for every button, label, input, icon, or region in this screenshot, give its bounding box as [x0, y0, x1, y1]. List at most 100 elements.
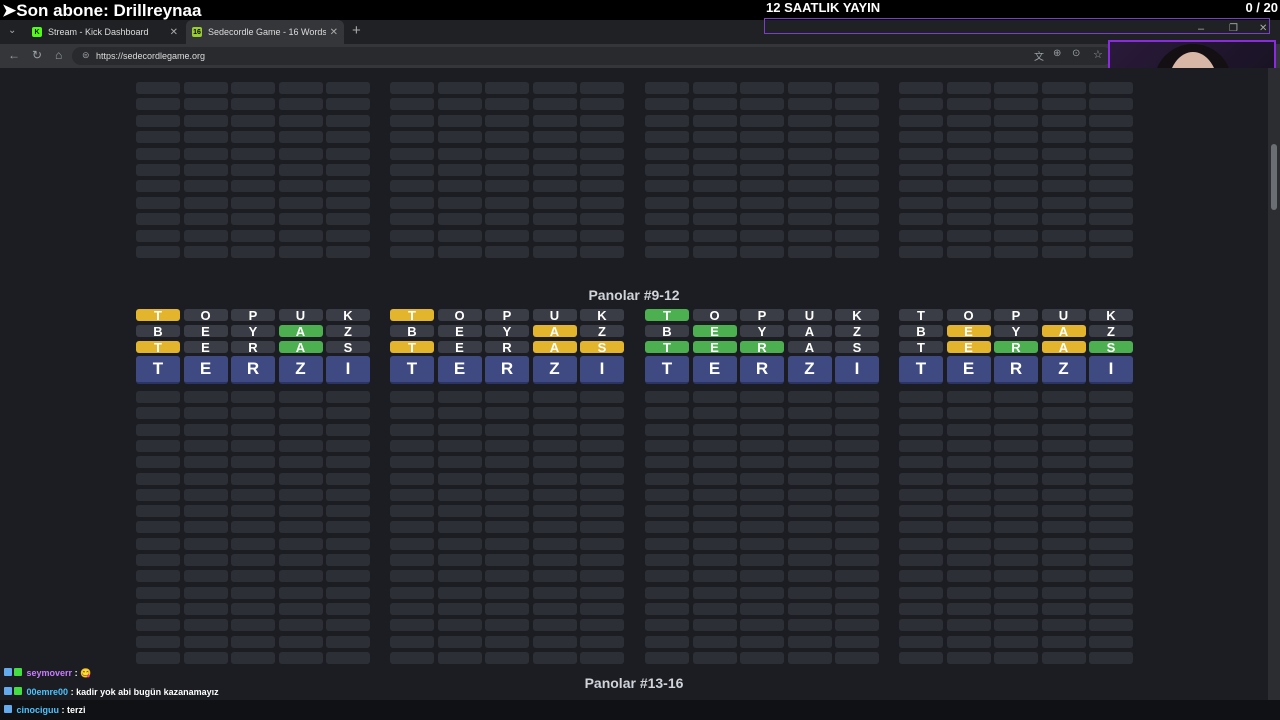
empty-tile: [231, 554, 275, 566]
empty-tile: [1041, 456, 1086, 469]
guess-row: TERAS: [899, 340, 1137, 355]
empty-tile: [231, 246, 275, 258]
new-tab-button[interactable]: +: [352, 22, 361, 39]
letter-tile: B: [390, 324, 434, 339]
letter-tile: R: [485, 340, 529, 355]
empty-tile: [278, 439, 323, 452]
close-icon[interactable]: ✕: [330, 27, 338, 38]
empty-guess-row: [645, 246, 883, 258]
empty-guess-row: [390, 651, 628, 664]
empty-tile: [899, 619, 943, 632]
empty-tile: [136, 521, 180, 534]
letter-tile: T: [645, 340, 689, 355]
empty-tile: [532, 407, 577, 420]
empty-tile: [136, 619, 180, 632]
empty-tile: [787, 472, 832, 485]
empty-tile: [231, 651, 275, 664]
empty-guess-row: [390, 213, 628, 226]
empty-tile: [994, 570, 1038, 583]
empty-guess-row: [645, 521, 883, 534]
empty-tile: [326, 570, 370, 583]
empty-tile: [692, 586, 737, 599]
empty-guess-row: [136, 407, 374, 420]
empty-tile: [692, 391, 737, 403]
bookmark-star-icon[interactable]: ☆: [1093, 48, 1103, 61]
empty-tile: [787, 98, 832, 111]
empty-tile: [183, 131, 228, 144]
empty-guess-row: [899, 131, 1137, 144]
current-letter-tile: Z: [1041, 356, 1086, 384]
goal-counter: 0 / 20: [1245, 0, 1278, 15]
reload-icon[interactable]: ↻: [32, 48, 42, 62]
empty-guess-row: [390, 246, 628, 258]
empty-tile: [692, 505, 737, 518]
empty-tile: [787, 439, 832, 452]
empty-tile: [485, 586, 529, 599]
empty-tile: [899, 229, 943, 242]
empty-tile: [231, 82, 275, 94]
tab-sedecordle[interactable]: 16 Sedecordle Game - 16 Words Wo ✕: [186, 20, 344, 44]
empty-guess-row: [645, 651, 883, 664]
empty-tile: [692, 439, 737, 452]
empty-tile: [532, 439, 577, 452]
empty-tile: [787, 570, 832, 583]
empty-tile: [835, 147, 879, 160]
current-guess-row: TERZI: [390, 356, 628, 384]
empty-guess-row: [136, 391, 374, 403]
empty-tile: [1089, 619, 1133, 632]
tab-kick-dashboard[interactable]: K Stream - Kick Dashboard ✕: [26, 20, 184, 44]
empty-guess-row: [390, 472, 628, 485]
empty-tile: [899, 391, 943, 403]
empty-tile: [580, 554, 624, 566]
empty-tile: [326, 147, 370, 160]
empty-tile: [580, 635, 624, 648]
site-info-icon[interactable]: ⊜: [82, 50, 90, 61]
letter-tile: T: [136, 308, 180, 323]
scrollbar-thumb[interactable]: [1271, 144, 1277, 210]
empty-guess-row: [645, 229, 883, 242]
empty-tile: [787, 213, 832, 226]
guess-row: TERAS: [390, 340, 628, 355]
translate-icon[interactable]: ⽂: [1034, 48, 1044, 63]
empty-tile: [437, 407, 482, 420]
empty-tile: [437, 635, 482, 648]
empty-guess-row: [136, 619, 374, 632]
chat-badge-icon: [4, 705, 12, 713]
empty-tile: [1041, 147, 1086, 160]
zoom-icon[interactable]: ⊕: [1053, 48, 1061, 59]
url-input[interactable]: https://sedecordlegame.org: [72, 47, 1112, 65]
empty-tile: [835, 164, 879, 176]
tab-search-chevron-icon[interactable]: ⌄: [8, 25, 16, 36]
empty-tile: [278, 407, 323, 420]
empty-tile: [183, 114, 228, 127]
empty-tile: [390, 651, 434, 664]
home-icon[interactable]: ⌂: [55, 48, 62, 62]
empty-tile: [835, 196, 879, 209]
empty-tile: [485, 439, 529, 452]
page-scrollbar[interactable]: [1268, 68, 1280, 700]
letter-tile: A: [787, 340, 832, 355]
empty-tile: [390, 246, 434, 258]
extension-icon[interactable]: ⊙: [1072, 48, 1080, 59]
empty-tile: [580, 147, 624, 160]
empty-tile: [326, 131, 370, 144]
empty-tile: [645, 521, 689, 534]
empty-tile: [390, 635, 434, 648]
current-guess-row: TERZI: [645, 356, 883, 384]
empty-tile: [437, 82, 482, 94]
empty-guess-row: [899, 619, 1137, 632]
chat-message: cinociguu : terzi: [4, 705, 86, 715]
back-icon[interactable]: ←: [8, 48, 20, 62]
empty-tile: [787, 180, 832, 193]
empty-tile: [787, 131, 832, 144]
empty-tile: [136, 488, 180, 501]
empty-tile: [326, 196, 370, 209]
empty-tile: [485, 602, 529, 615]
letter-tile: B: [136, 324, 180, 339]
empty-tile: [994, 407, 1038, 420]
close-icon[interactable]: ✕: [170, 27, 178, 38]
empty-tile: [787, 407, 832, 420]
empty-guess-row: [390, 407, 628, 420]
empty-tile: [835, 619, 879, 632]
empty-tile: [1089, 586, 1133, 599]
